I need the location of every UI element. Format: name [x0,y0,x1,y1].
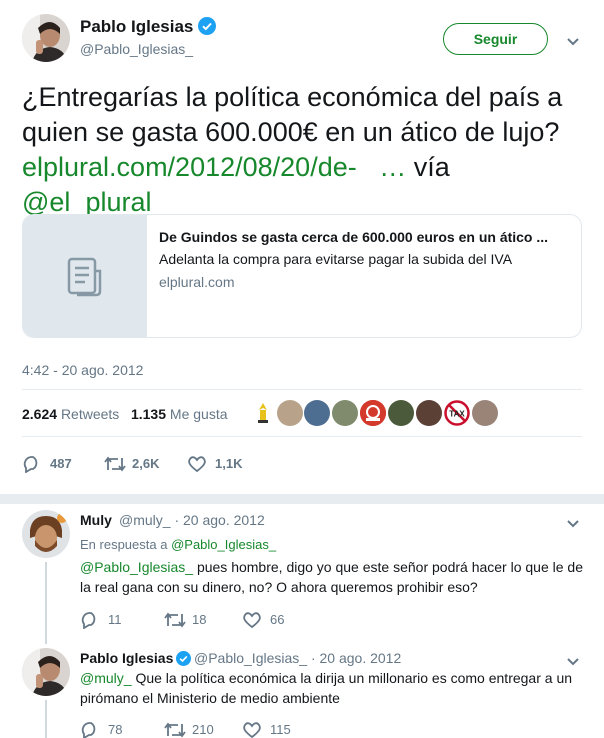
author-avatar[interactable] [22,14,70,62]
reply-avatar[interactable] [22,648,70,696]
likes-label[interactable]: Me gusta [170,406,228,422]
liker-avatar[interactable] [388,400,414,426]
tweet-text-plain: ¿Entregarías la política económica del p… [22,82,563,147]
liker-avatar[interactable] [416,400,442,426]
reply-count: 11 [108,612,122,627]
reply-count: 487 [50,456,72,471]
link-card[interactable]: De Guindos se gasta cerca de 600.000 eur… [22,214,582,338]
reply-icon [81,722,96,738]
verified-badge-icon [176,651,191,666]
reply-meta[interactable]: @Pablo_Iglesias_ · 20 ago. 2012 [194,650,401,666]
like-count: 66 [270,612,285,627]
link-ellipsis[interactable]: … [379,152,406,182]
reply-text: @Pablo_Iglesias_ pues hombre, digo yo qu… [80,557,588,597]
replying-prefix: En respuesta a [80,537,168,552]
card-description: Adelanta la compra para evitarse pagar l… [159,251,513,267]
thread-line [45,562,47,644]
document-icon [67,257,103,297]
author-handle[interactable]: @Pablo_Iglesias_ [80,41,193,57]
retweet-icon [164,722,186,738]
card-title: De Guindos se gasta cerca de 600.000 eur… [159,229,549,245]
liker-avatar[interactable]: TAX [444,400,470,426]
heart-icon [243,612,261,629]
heart-icon [188,456,206,473]
retweets-count[interactable]: 2.624 [22,406,57,422]
like-count: 115 [270,722,291,737]
retweet-count: 2,6K [132,456,160,471]
tweet-stats: 2.624 Retweets 1.135 Me gusta [22,406,228,422]
retweets-label[interactable]: Retweets [61,406,119,422]
tweet-link[interactable]: elplural.com/2012/08/20/de- [22,152,357,182]
like-count: 1,1K [215,456,243,471]
reply-body: Que la política económica la dirija un m… [80,670,573,706]
reply-icon [81,612,96,629]
chevron-down-icon[interactable] [566,654,580,666]
tweet-timestamp[interactable]: 4:42 - 20 ago. 2012 [22,362,143,378]
retweet-count: 210 [192,722,214,737]
via-text: vía [413,152,450,182]
divider [22,436,582,437]
liker-avatar[interactable] [277,400,303,426]
retweet-count: 18 [192,612,207,627]
card-thumbnail [23,215,147,337]
reply-text: @muly_ Que la política económica la diri… [80,668,588,708]
section-divider [0,494,604,504]
liker-avatar[interactable] [304,400,330,426]
tweet-text: ¿Entregarías la política económica del p… [22,80,592,220]
chevron-down-icon[interactable] [566,516,580,528]
reply-meta[interactable]: @muly_ · 20 ago. 2012 [119,512,265,528]
divider [22,389,582,390]
liker-avatar[interactable] [332,400,358,426]
retweet-button[interactable]: 210 [164,720,234,738]
reply-avatar[interactable] [22,510,70,558]
chevron-down-icon[interactable] [566,34,580,46]
reply-button[interactable]: 487 [22,454,92,474]
tweet-mention[interactable]: @el_plural [22,187,151,217]
like-button[interactable]: 115 [242,720,312,738]
reply-button[interactable]: 11 [80,610,140,630]
reply-author-name[interactable]: Muly [80,512,112,528]
reply-button[interactable]: 78 [80,720,140,738]
retweet-button[interactable]: 18 [164,610,224,630]
author-name[interactable]: Pablo Iglesias [80,17,193,37]
follow-button[interactable]: Seguir [443,23,548,55]
replying-to-handle[interactable]: @Pablo_Iglesias_ [171,537,276,552]
replying-to: En respuesta a @Pablo_Iglesias_ [80,537,276,552]
card-domain: elplural.com [159,274,235,290]
verified-badge-icon [198,17,216,35]
like-button[interactable]: 1,1K [187,454,267,474]
likes-count[interactable]: 1.135 [131,406,166,422]
liker-avatar[interactable] [472,400,498,426]
svg-text:TAX: TAX [449,410,465,419]
like-button[interactable]: 66 [242,610,302,630]
liker-avatar[interactable] [250,400,276,426]
reply-mention[interactable]: @Pablo_Iglesias_ [80,559,193,575]
liker-avatar[interactable] [360,400,386,426]
reply-icon [23,456,38,473]
reply-mention[interactable]: @muly_ [80,670,132,686]
retweet-icon [164,612,186,628]
thread-line [45,700,47,738]
heart-icon [243,722,261,738]
reply-author-name[interactable]: Pablo Iglesias [80,650,173,666]
reply-count: 78 [108,722,123,737]
retweet-icon [104,456,126,472]
retweet-button[interactable]: 2,6K [104,454,184,474]
